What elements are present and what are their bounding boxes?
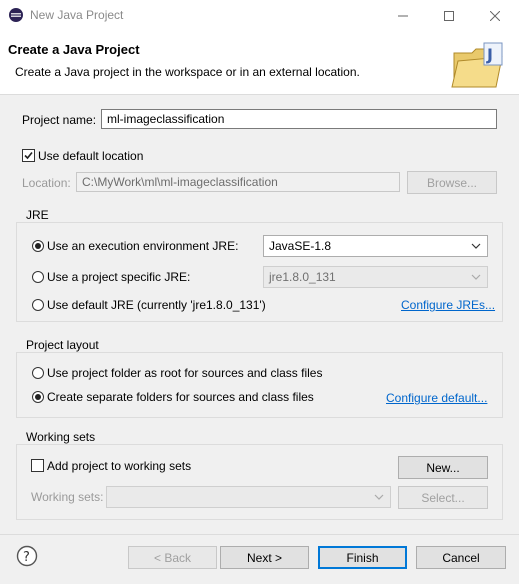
page-description: Create a Java project in the workspace o… <box>15 65 360 79</box>
finish-button[interactable]: Finish <box>318 546 407 569</box>
checkmark-icon <box>24 151 33 160</box>
project-layout-group-title: Project layout <box>26 338 99 352</box>
help-icon[interactable]: ? <box>16 545 38 567</box>
execution-env-label: Use an execution environment JRE: <box>47 239 239 253</box>
java-project-folder-icon: J <box>451 42 503 88</box>
location-label: Location: <box>22 176 71 190</box>
next-button[interactable]: Next > <box>220 546 309 569</box>
jre-group-title: JRE <box>26 208 49 222</box>
use-default-location-checkbox[interactable] <box>22 149 35 162</box>
project-specific-jre-label: Use a project specific JRE: <box>47 270 191 284</box>
select-working-sets-button[interactable]: Select... <box>398 486 488 509</box>
working-sets-select[interactable] <box>106 486 391 508</box>
chevron-down-icon <box>471 274 481 280</box>
add-to-working-sets-checkbox[interactable] <box>31 459 44 472</box>
wizard-header: Create a Java Project Create a Java proj… <box>0 31 519 95</box>
project-specific-jre-value: jre1.8.0_131 <box>269 270 336 284</box>
footer-divider <box>0 534 519 535</box>
project-root-radio[interactable] <box>32 367 44 379</box>
svg-text:?: ? <box>23 550 30 565</box>
project-specific-jre-radio[interactable] <box>32 271 44 283</box>
window-title: New Java Project <box>30 8 124 22</box>
default-jre-label: Use default JRE (currently 'jre1.8.0_131… <box>47 298 266 312</box>
separate-folders-label: Create separate folders for sources and … <box>47 390 314 404</box>
close-button[interactable] <box>472 0 518 31</box>
minimize-button[interactable] <box>380 0 426 31</box>
project-name-input[interactable]: ml-imageclassification <box>101 109 497 129</box>
add-to-working-sets-label: Add project to working sets <box>47 459 192 473</box>
working-sets-group-title: Working sets <box>26 430 96 444</box>
execution-env-value: JavaSE-1.8 <box>269 239 332 253</box>
back-button[interactable]: < Back <box>128 546 217 569</box>
cancel-button[interactable]: Cancel <box>416 546 506 569</box>
browse-button[interactable]: Browse... <box>407 171 497 194</box>
eclipse-icon <box>9 8 23 22</box>
svg-text:J: J <box>486 45 493 64</box>
project-specific-jre-select[interactable]: jre1.8.0_131 <box>263 266 488 288</box>
minimize-icon <box>398 15 408 16</box>
maximize-icon <box>444 10 454 21</box>
new-working-set-button[interactable]: New... <box>398 456 488 479</box>
maximize-button[interactable] <box>426 0 472 31</box>
project-name-label: Project name: <box>22 113 97 127</box>
use-default-location-label: Use default location <box>38 149 144 163</box>
execution-env-radio[interactable] <box>32 240 44 252</box>
default-jre-radio[interactable] <box>32 299 44 311</box>
working-sets-label: Working sets: <box>31 490 104 504</box>
execution-env-select[interactable]: JavaSE-1.8 <box>263 235 488 257</box>
separate-folders-radio[interactable] <box>32 391 44 403</box>
page-title: Create a Java Project <box>8 42 140 57</box>
close-icon <box>490 10 500 21</box>
chevron-down-icon <box>471 243 481 249</box>
project-layout-group <box>16 352 503 418</box>
location-input[interactable]: C:\MyWork\ml\ml-imageclassification <box>76 172 400 192</box>
project-root-label: Use project folder as root for sources a… <box>47 366 323 380</box>
configure-default-link[interactable]: Configure default... <box>386 391 487 405</box>
chevron-down-icon <box>374 494 384 500</box>
configure-jres-link[interactable]: Configure JREs... <box>401 298 495 312</box>
